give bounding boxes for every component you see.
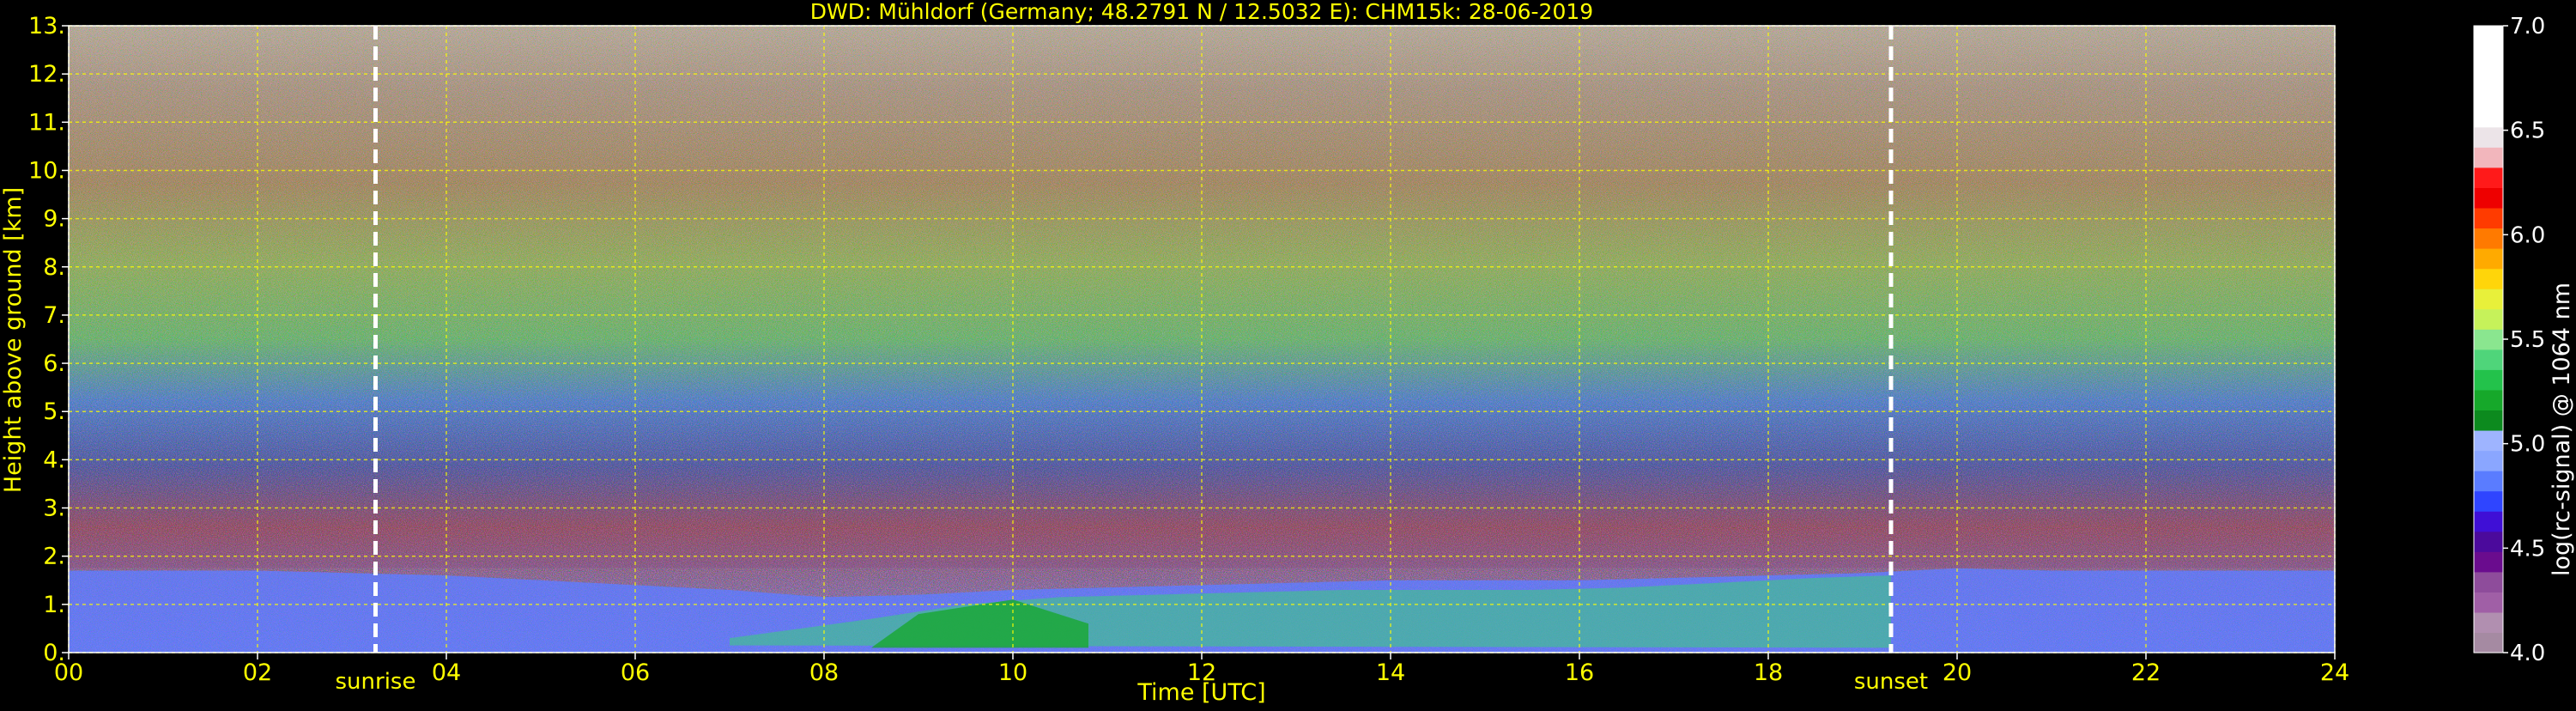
- y-tick-label: 13.: [28, 13, 65, 40]
- colorbar-tick-label: 5.0: [2510, 432, 2545, 458]
- y-tick-label: 1.: [43, 592, 65, 618]
- y-tick-label: 3.: [43, 495, 65, 522]
- y-axis-label: Height above ground [km]: [0, 187, 27, 493]
- colorbar-segment: [2474, 349, 2503, 370]
- colorbar-segment: [2474, 410, 2503, 431]
- signal-speckle: [69, 26, 2335, 653]
- y-tick-label: 7.: [43, 302, 65, 329]
- colorbar-segment: [2474, 369, 2503, 391]
- ceilometer-plot: sunrise sunset 00 02 04 06 08 10 12 14 16 18 20 22 24…: [0, 0, 2576, 708]
- colorbar-segment: [2474, 26, 2503, 47]
- x-tick-label: 02: [243, 659, 272, 686]
- colorbar-segment: [2474, 511, 2503, 532]
- colorbar-segment: [2474, 228, 2503, 249]
- colorbar-tick-label: 6.5: [2510, 118, 2545, 144]
- x-tick-label: 20: [1943, 659, 1972, 686]
- x-axis-label: Time [UTC]: [1136, 679, 1265, 706]
- x-tick-label: 16: [1565, 659, 1594, 686]
- colorbar-segment: [2474, 592, 2503, 613]
- colorbar-segment: [2474, 611, 2503, 634]
- plot-area: [69, 26, 2335, 653]
- colorbar-segment: [2474, 106, 2503, 128]
- colorbar-segment: [2474, 429, 2503, 452]
- y-tick-label: 0.: [43, 640, 65, 666]
- colorbar-segment: [2474, 571, 2503, 592]
- x-tick-label: 04: [432, 659, 461, 686]
- colorbar-segment: [2474, 490, 2503, 512]
- colorbar-segment: [2474, 551, 2503, 573]
- colorbar-tick-label: 4.0: [2510, 641, 2545, 666]
- y-tick-label: 10.: [28, 157, 65, 184]
- colorbar-segment: [2474, 207, 2503, 229]
- x-tick-label: 10: [998, 659, 1027, 686]
- y-tick-label: 5.: [43, 398, 65, 425]
- y-tick-label: 6.: [43, 350, 65, 377]
- colorbar-segment: [2474, 66, 2503, 88]
- y-tick-label: 12.: [28, 61, 65, 88]
- colorbar-tick-label: 6.0: [2510, 222, 2545, 248]
- y-tick-label: 11.: [28, 109, 65, 136]
- colorbar-segment: [2474, 329, 2503, 350]
- colorbar-segment: [2474, 268, 2503, 289]
- colorbar-segment: [2474, 531, 2503, 552]
- ceilometer-figure: sunrise sunset 00 02 04 06 08 10 12 14 16 18 20 22 24…: [0, 0, 2576, 708]
- x-tick-label: 08: [809, 659, 839, 686]
- colorbar-segment: [2474, 289, 2503, 310]
- colorbar-tick-label: 4.5: [2510, 536, 2545, 562]
- colorbar-segment: [2474, 471, 2503, 492]
- x-tick-label: 18: [1754, 659, 1783, 686]
- marker-label-sunrise: sunrise: [336, 669, 416, 695]
- colorbar-segment: [2474, 147, 2503, 168]
- y-tick-label: 4.: [43, 447, 65, 473]
- x-tick-label: 24: [2320, 659, 2349, 686]
- colorbar-segment: [2474, 46, 2503, 67]
- colorbar-tick-label: 7.0: [2510, 14, 2545, 40]
- colorbar-tick-label: 5.5: [2510, 327, 2545, 353]
- colorbar-segment: [2474, 248, 2503, 270]
- marker-label-sunset: sunset: [1854, 669, 1928, 695]
- colorbar-segment: [2474, 86, 2503, 107]
- colorbar-segment: [2474, 187, 2503, 209]
- y-tick-label: 8.: [43, 254, 65, 281]
- y-tick-label: 2.: [43, 544, 65, 570]
- colorbar-label: log(rc-signal) @ 1064 nm: [2549, 283, 2575, 576]
- x-tick-label: 14: [1376, 659, 1405, 686]
- x-tick-label: 06: [621, 659, 650, 686]
- colorbar-segment: [2474, 389, 2503, 411]
- chart-title: DWD: Mühldorf (Germany; 48.2791 N / 12.5…: [810, 0, 1593, 24]
- y-tick-label: 9.: [43, 206, 65, 233]
- colorbar-segment: [2474, 632, 2503, 653]
- colorbar-segment: [2474, 308, 2503, 330]
- colorbar-segment: [2474, 450, 2503, 471]
- colorbar-segment: [2474, 126, 2503, 148]
- colorbar-segment: [2474, 167, 2503, 188]
- x-tick-label: 22: [2131, 659, 2161, 686]
